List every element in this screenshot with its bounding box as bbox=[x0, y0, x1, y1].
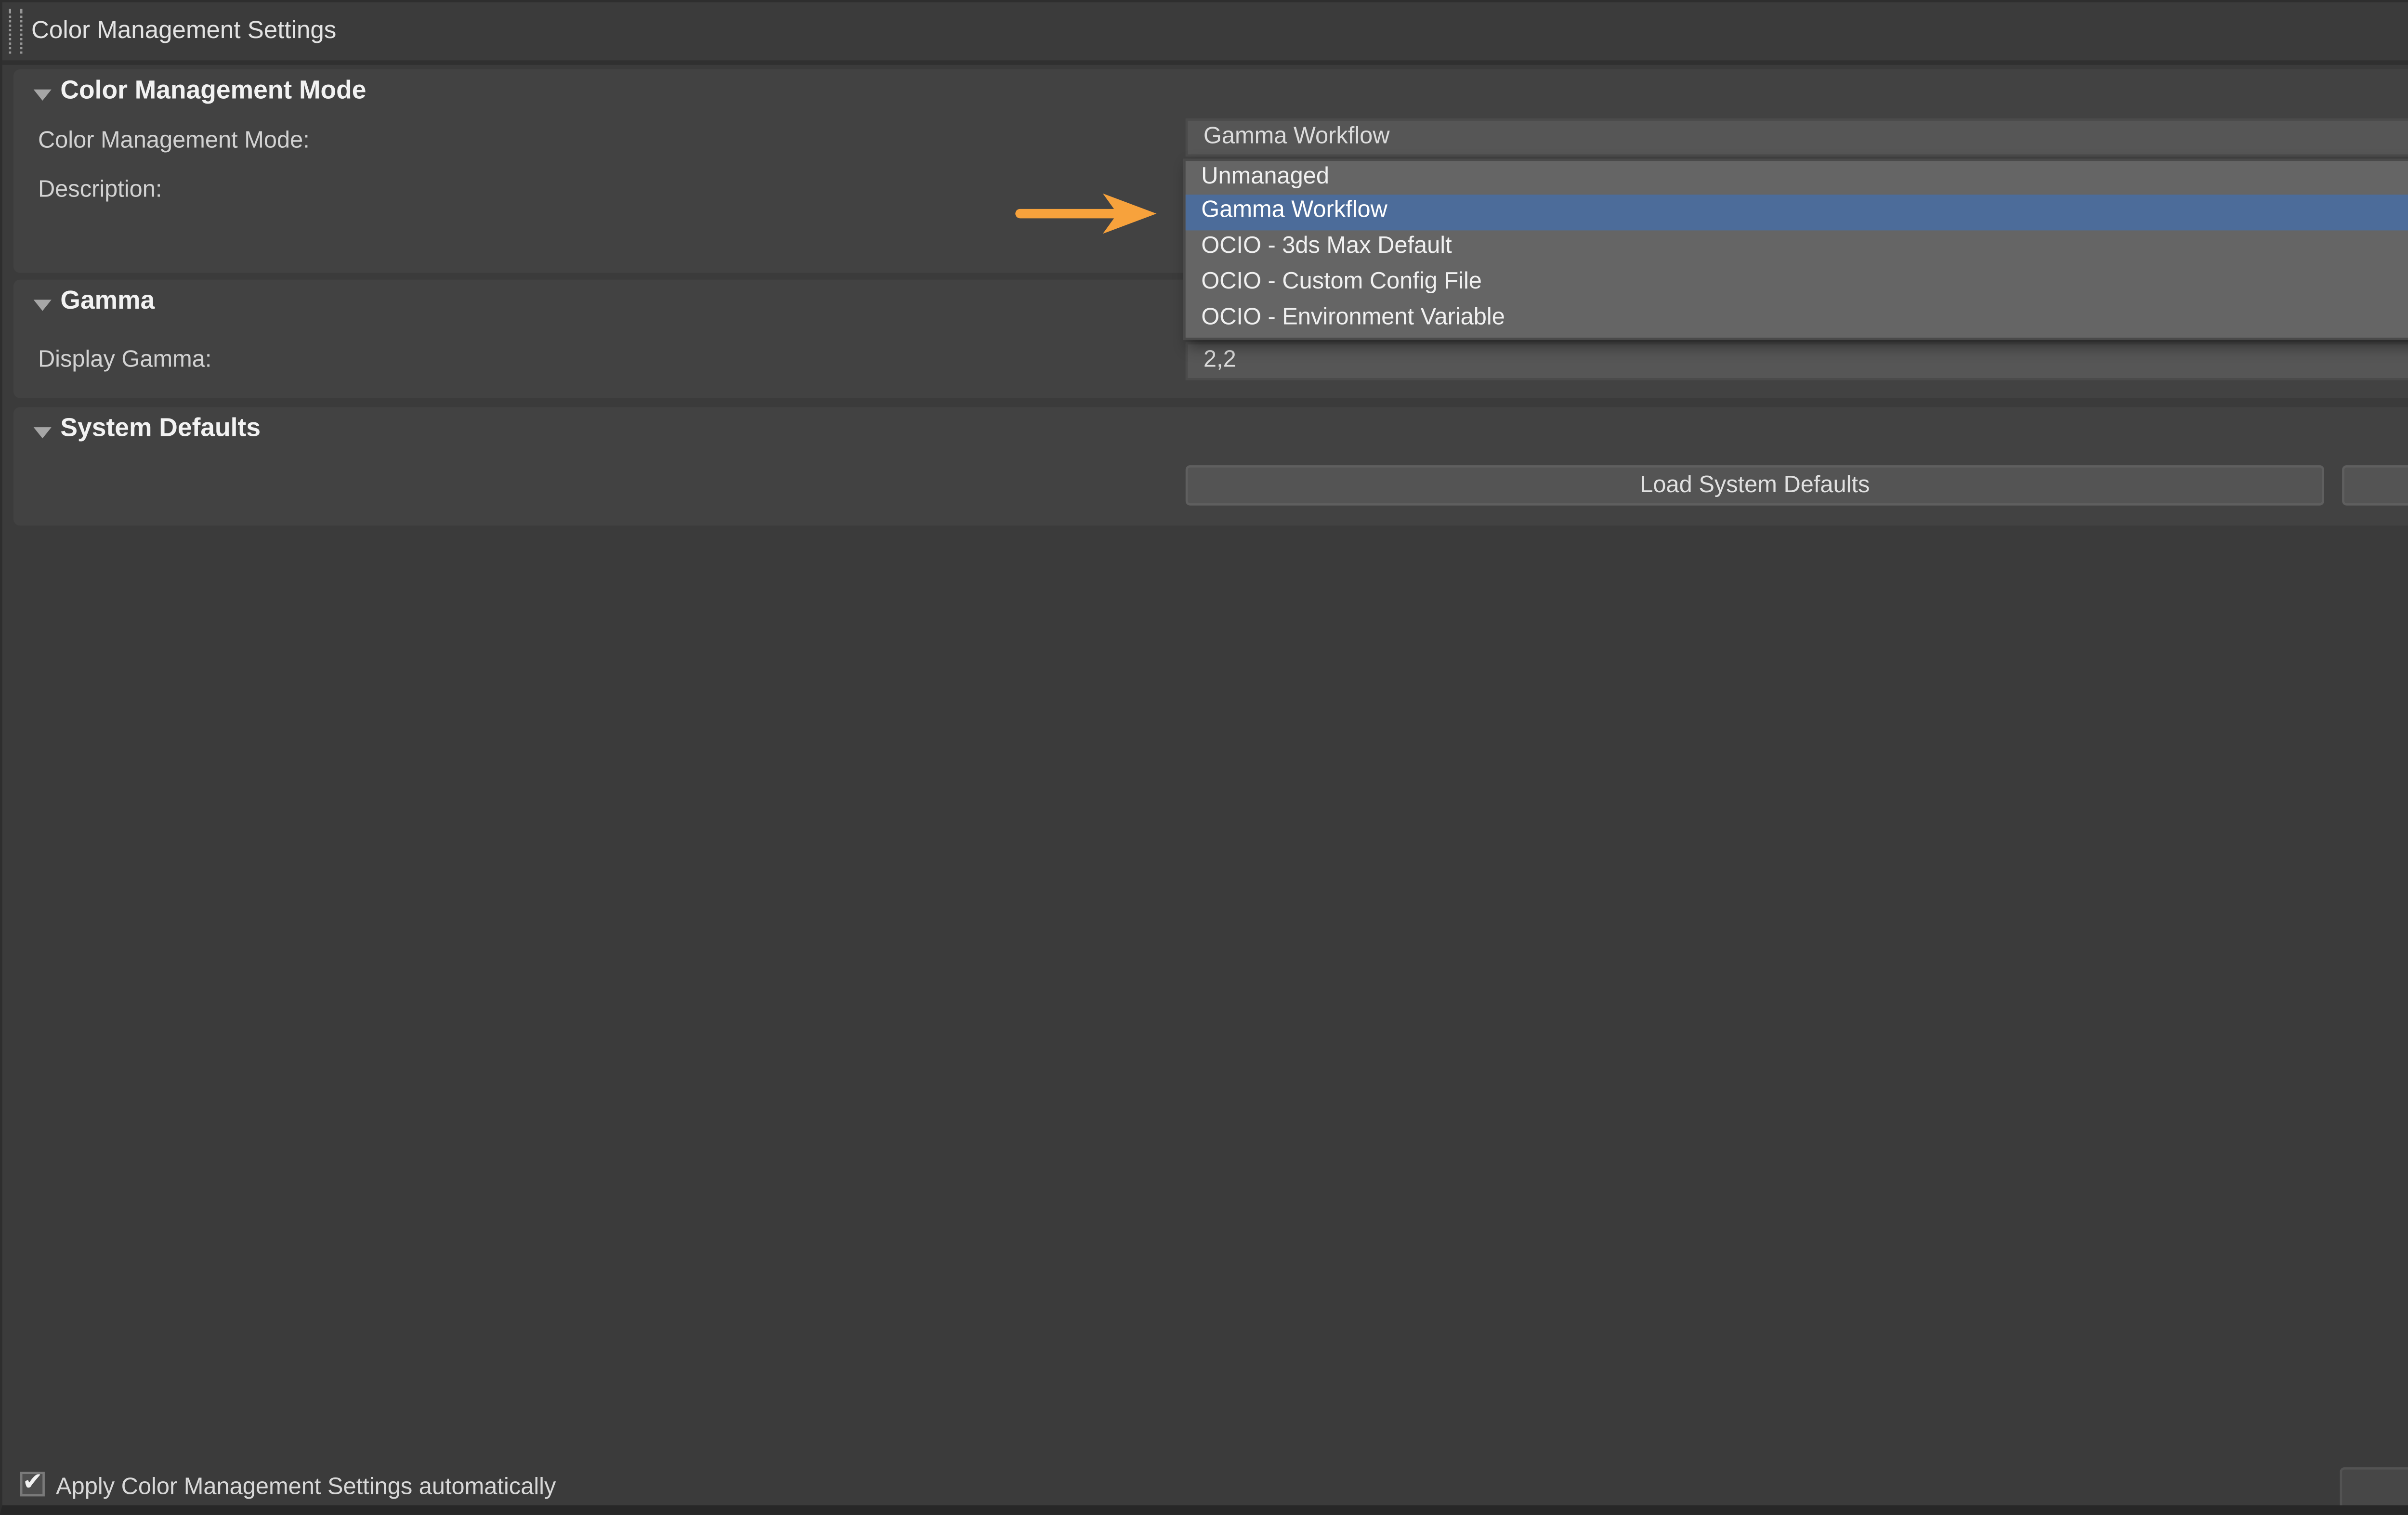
section-title-gamma: Gamma bbox=[60, 288, 155, 315]
dropdown-option[interactable]: Unmanaged bbox=[1186, 160, 2408, 196]
collapse-triangle-icon[interactable] bbox=[34, 427, 52, 438]
spinner-value: 2,2 bbox=[1204, 347, 1236, 374]
mode-dropdown-popup: Unmanaged Gamma Workflow OCIO - 3ds Max … bbox=[1183, 157, 2408, 340]
apply-color-management-settings-button[interactable]: Apply Color Management Settings bbox=[2340, 1466, 2408, 1509]
title-bar[interactable]: Color Management Settings ✕ bbox=[2, 2, 2408, 65]
drag-grip-icon[interactable] bbox=[9, 9, 23, 54]
display-gamma-spinner[interactable]: 2,2 bbox=[1186, 342, 2408, 380]
save-as-system-defaults-button[interactable]: Save As System Defaults bbox=[2342, 465, 2408, 506]
load-system-defaults-button[interactable]: Load System Defaults bbox=[1186, 465, 2324, 506]
annotation-arrow-icon bbox=[1013, 190, 1161, 237]
dropdown-option-highlighted[interactable]: Gamma Workflow bbox=[1186, 196, 2408, 231]
combobox-value: Gamma Workflow bbox=[1204, 123, 1390, 150]
color-management-mode-combobox[interactable]: Gamma Workflow bbox=[1186, 118, 2408, 157]
scale-wrapper: Color Management Settings ✕ Color Manage… bbox=[0, 0, 2408, 1515]
panel-system-defaults: System Defaults Load System Defaults Sav… bbox=[13, 407, 2408, 525]
mode-label: Color Management Mode: bbox=[38, 128, 310, 155]
dropdown-option[interactable]: OCIO - Custom Config File bbox=[1186, 267, 2408, 302]
section-title-color-management-mode: Color Management Mode bbox=[60, 78, 366, 105]
checkmark-icon: ✔ bbox=[22, 1467, 43, 1496]
description-label: Description: bbox=[38, 177, 162, 204]
collapse-triangle-icon[interactable] bbox=[34, 90, 52, 101]
auto-apply-checkbox[interactable]: ✔ bbox=[20, 1472, 45, 1496]
collapse-triangle-icon[interactable] bbox=[34, 300, 52, 311]
auto-apply-label: Apply Color Management Settings automati… bbox=[56, 1474, 556, 1501]
dropdown-option[interactable]: OCIO - 3ds Max Default bbox=[1186, 231, 2408, 267]
section-title-system-defaults: System Defaults bbox=[60, 416, 261, 443]
color-management-settings-dialog: Color Management Settings ✕ Color Manage… bbox=[0, 0, 2408, 1515]
dialog-title: Color Management Settings bbox=[31, 2, 336, 61]
display-gamma-label: Display Gamma: bbox=[38, 347, 211, 374]
dropdown-option[interactable]: OCIO - Environment Variable bbox=[1186, 302, 2408, 338]
